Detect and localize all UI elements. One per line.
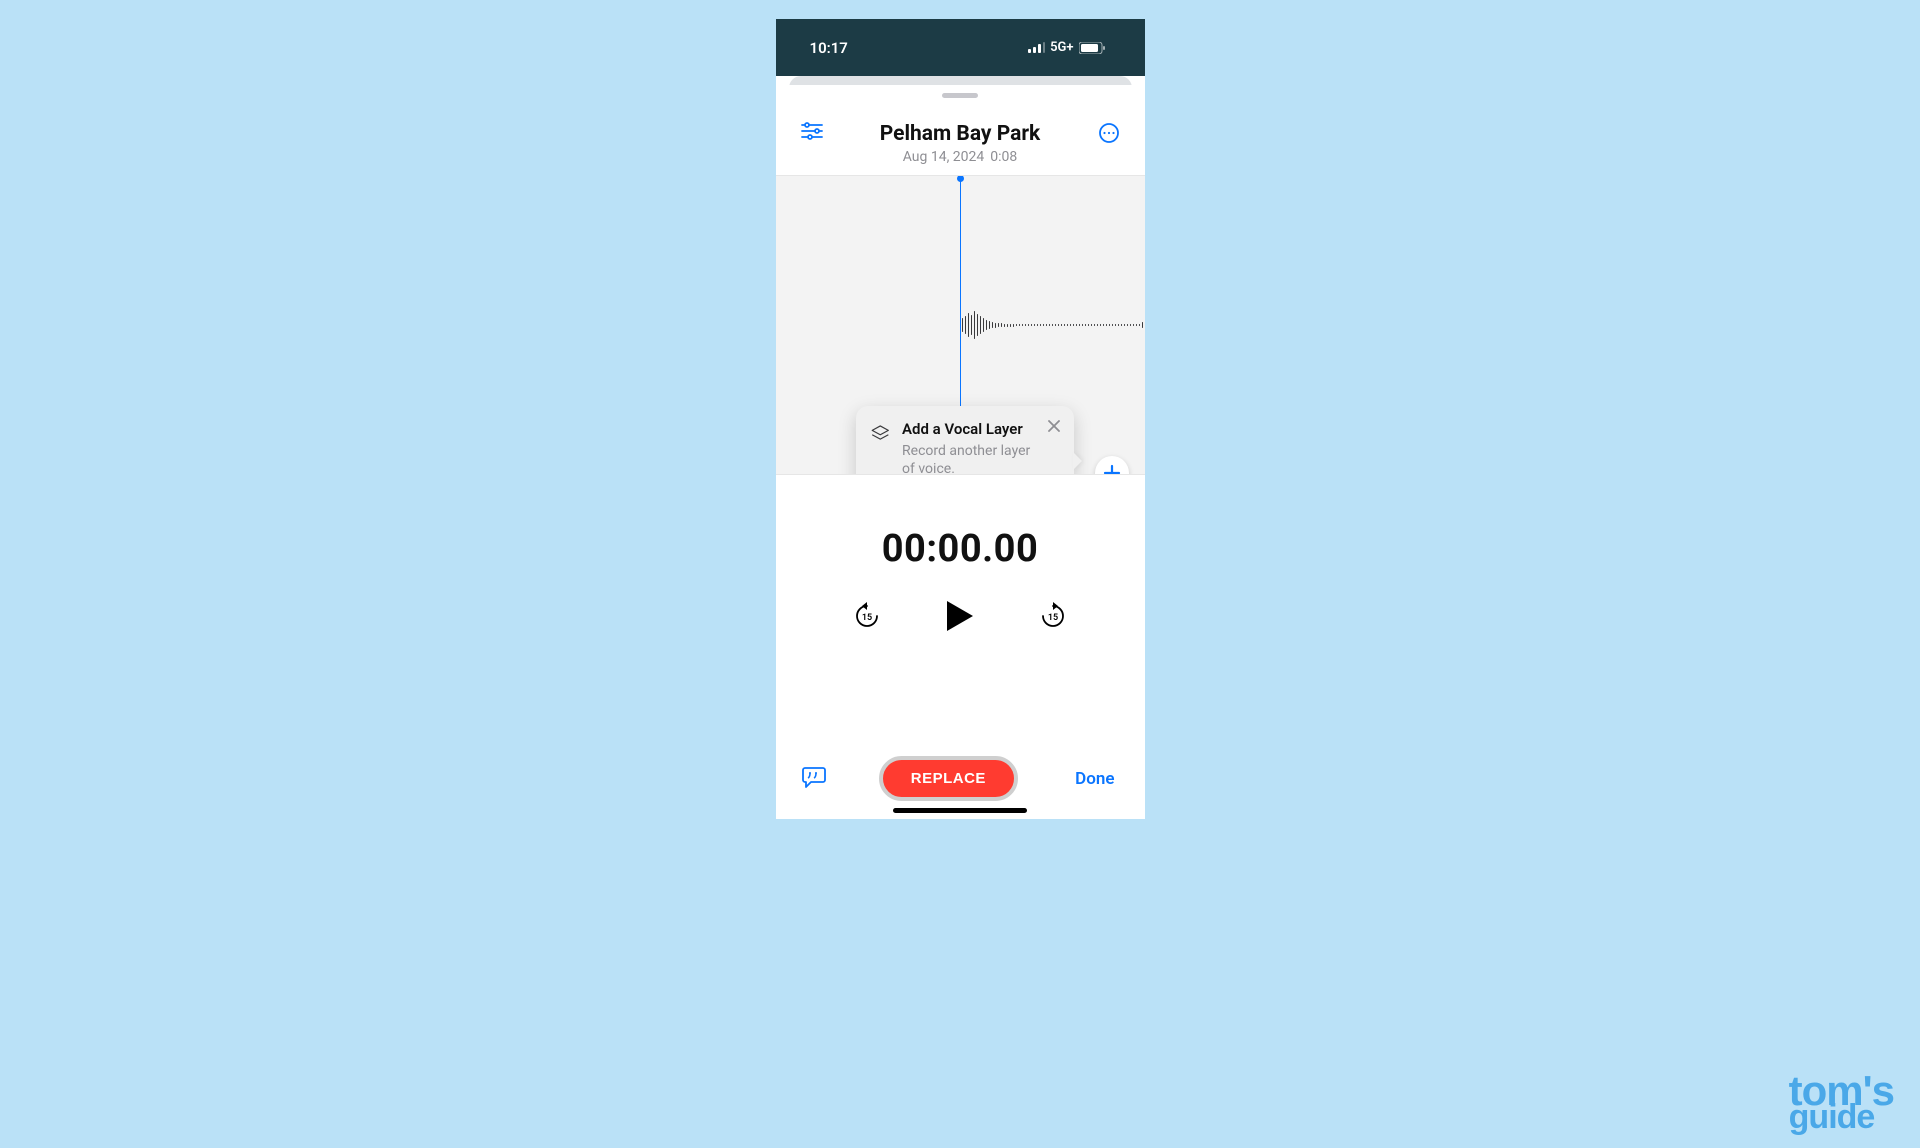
settings-sliders-button[interactable]	[801, 122, 823, 140]
cellular-signal-icon	[1028, 42, 1045, 53]
bottom-row: REPLACE Done	[792, 756, 1129, 801]
transcript-button[interactable]	[802, 766, 826, 792]
status-network: 5G+	[1050, 40, 1073, 55]
watermark-line1: tom's	[1789, 1075, 1894, 1107]
sheet-grabber[interactable]	[942, 93, 978, 98]
top-bar: Pelham Bay Park Aug 14, 2024 0:08	[776, 104, 1145, 175]
done-button[interactable]: Done	[1071, 761, 1118, 797]
status-right: 5G+	[1028, 40, 1104, 55]
add-layer-tooltip: Add a Vocal Layer Record another layer o…	[856, 406, 1074, 475]
recording-title[interactable]: Pelham Bay Park	[832, 122, 1089, 146]
controls-area: 00:00.00 15	[776, 475, 1145, 819]
watermark-line2: guide	[1789, 1105, 1894, 1131]
skip-back-15-button[interactable]: 15	[853, 602, 881, 634]
close-icon	[1048, 420, 1060, 432]
toms-guide-watermark: tom's guide	[1789, 1075, 1894, 1130]
recording-length: 0:08	[990, 149, 1017, 165]
play-icon	[945, 599, 975, 633]
svg-text:15: 15	[1048, 613, 1058, 623]
more-options-button[interactable]	[1098, 122, 1120, 144]
home-indicator[interactable]	[893, 808, 1027, 813]
recording-subtitle: Aug 14, 2024 0:08	[832, 149, 1089, 165]
svg-text:15: 15	[862, 613, 872, 623]
status-time: 10:17	[810, 39, 848, 57]
battery-icon	[1079, 42, 1105, 54]
layers-icon	[870, 420, 891, 448]
recording-date: Aug 14, 2024	[903, 149, 985, 165]
sliders-icon	[801, 122, 823, 140]
skip-forward-15-button[interactable]: 15	[1039, 602, 1067, 634]
tooltip-title: Add a Vocal Layer	[902, 420, 1037, 439]
transport-controls: 15 15	[853, 599, 1067, 637]
play-button[interactable]	[945, 599, 975, 637]
editor-sheet: Pelham Bay Park Aug 14, 2024 0:08	[776, 85, 1145, 819]
status-bar: 10:17 5G+	[776, 19, 1145, 76]
ellipsis-circle-icon	[1098, 122, 1120, 144]
tooltip-body: Record another layer of voice.	[902, 442, 1037, 475]
timecode: 00:00.00	[882, 527, 1039, 571]
tooltip-close-button[interactable]	[1044, 416, 1064, 436]
skip-forward-icon: 15	[1039, 602, 1067, 630]
phone-screenshot: 10:17 5G+	[776, 19, 1145, 819]
speech-quote-icon	[802, 766, 826, 788]
plus-icon	[1103, 464, 1121, 475]
skip-back-icon: 15	[853, 602, 881, 630]
replace-button[interactable]: REPLACE	[879, 756, 1018, 801]
waveform-area[interactable]: Add a Vocal Layer Record another layer o…	[776, 175, 1145, 475]
